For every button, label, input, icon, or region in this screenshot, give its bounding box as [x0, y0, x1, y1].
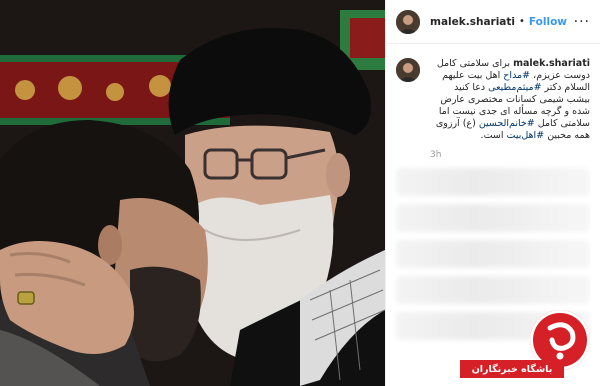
caption-block: malek.shariati برای سلامتی کامل دوست عزی…	[386, 44, 600, 160]
avatar[interactable]	[396, 9, 420, 34]
post-header: malek.shariati • Follow ···	[386, 0, 600, 44]
separator-dot: •	[519, 16, 525, 27]
hashtag-link[interactable]: #میثم‌مطیعی	[488, 82, 541, 93]
blurred-comment	[396, 240, 590, 268]
caption-text: است.	[480, 130, 507, 141]
hashtag-link[interactable]: #خانم‌الحسین	[479, 118, 535, 129]
caption-username[interactable]: malek.shariati	[513, 58, 590, 69]
news-agency-watermark: باشگاه خبرنگاران	[460, 310, 592, 382]
post-photo	[0, 0, 385, 386]
caption-body: malek.shariati برای سلامتی کامل دوست عزی…	[430, 56, 590, 160]
watermark-label: باشگاه خبرنگاران	[460, 360, 564, 378]
follow-button[interactable]: Follow	[529, 16, 567, 28]
post-timestamp[interactable]: 3h	[430, 150, 590, 160]
blurred-comment	[396, 276, 590, 304]
instagram-post-screenshot: malek.shariati • Follow ··· malek.sharia…	[0, 0, 600, 386]
post-caption: malek.shariati برای سلامتی کامل دوست عزی…	[430, 58, 590, 142]
header-username[interactable]: malek.shariati	[430, 16, 515, 28]
more-options-icon[interactable]: ···	[574, 14, 590, 30]
avatar[interactable]	[396, 58, 420, 82]
hashtag-link[interactable]: #اهل‌بیت	[507, 130, 545, 141]
blurred-comment	[396, 204, 590, 232]
blurred-comment	[396, 168, 590, 196]
hashtag-link[interactable]: #مداح	[503, 70, 530, 81]
